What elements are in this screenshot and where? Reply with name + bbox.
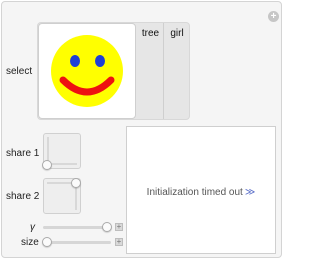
- share2-label: share 2: [6, 191, 40, 202]
- gamma-slider-track[interactable]: [43, 226, 111, 229]
- gamma-slider-thumb[interactable]: [102, 222, 112, 232]
- share1-label: share 1: [6, 148, 40, 159]
- select-option-girl[interactable]: girl: [165, 23, 189, 119]
- select-label: select: [6, 66, 33, 77]
- output-pane: Initialization timed out ≫: [126, 126, 276, 254]
- share1-knob[interactable]: [42, 160, 52, 170]
- size-label: size: [21, 237, 39, 248]
- gamma-label: γ: [30, 222, 35, 233]
- gamma-expand-icon[interactable]: +: [115, 223, 123, 231]
- select-option-smiley[interactable]: [38, 23, 136, 119]
- more-details-icon[interactable]: ≫: [245, 187, 255, 198]
- size-slider-thumb[interactable]: [42, 237, 52, 247]
- size-expand-icon[interactable]: +: [115, 238, 123, 246]
- share2-knob[interactable]: [71, 178, 81, 188]
- select-option-tree[interactable]: tree: [138, 23, 164, 119]
- output-status: Initialization timed out ≫: [127, 187, 275, 198]
- select-option-girl-label: girl: [170, 28, 184, 39]
- size-slider-track[interactable]: [43, 241, 111, 244]
- smiley-face-icon: [51, 35, 123, 107]
- select-option-tree-label: tree: [141, 28, 160, 39]
- plus-circle-icon[interactable]: +: [268, 11, 279, 22]
- output-message: Initialization timed out: [146, 187, 243, 198]
